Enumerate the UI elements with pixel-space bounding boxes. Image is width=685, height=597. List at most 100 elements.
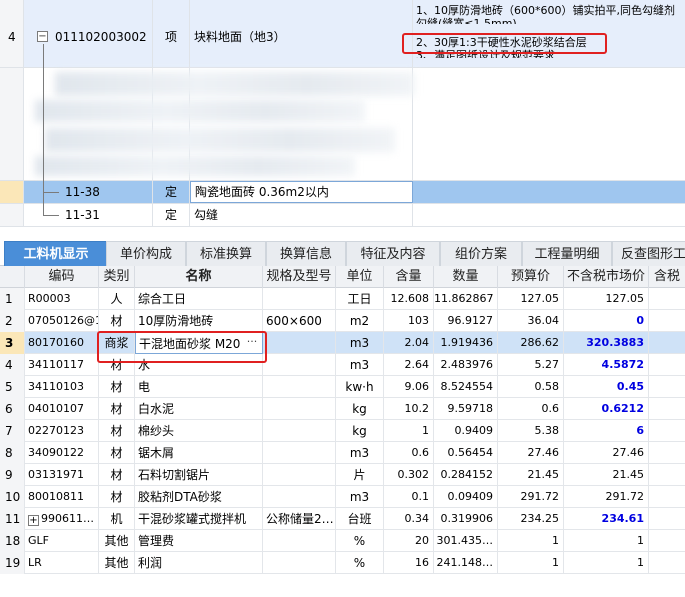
cell-code[interactable]: 80170160: [25, 332, 99, 354]
cell-spec[interactable]: [263, 442, 336, 464]
cell-quantity[interactable]: 241.148…: [434, 552, 498, 574]
cell-quantity[interactable]: 0.319906: [434, 508, 498, 530]
cell-quantity[interactable]: 0.09409: [434, 486, 498, 508]
cell-budget-price[interactable]: 291.72: [498, 486, 564, 508]
cell-code[interactable]: 04010107: [25, 398, 99, 420]
cell-quantity[interactable]: 1.919436: [434, 332, 498, 354]
cell-spec[interactable]: 公称储量2…: [263, 508, 336, 530]
cell-category[interactable]: 机: [99, 508, 135, 530]
cell-tax-price[interactable]: [649, 552, 685, 574]
table-row[interactable]: 6 04010107 材白水泥 kg 10.2 9.59718 0.6 0.6212: [0, 398, 685, 420]
cell-category[interactable]: 材: [99, 442, 135, 464]
cell-market-price[interactable]: 1: [564, 530, 649, 552]
cell-budget-price[interactable]: 1: [498, 552, 564, 574]
cell-unit[interactable]: kg: [336, 398, 384, 420]
cell-unit[interactable]: %: [336, 530, 384, 552]
cell-budget-price[interactable]: 286.62: [498, 332, 564, 354]
cell-market-price[interactable]: 320.3883: [564, 332, 649, 354]
header-name[interactable]: 名称: [135, 266, 263, 288]
header-content[interactable]: 含量: [384, 266, 434, 288]
cell-content[interactable]: 16: [384, 552, 434, 574]
cell-budget-price[interactable]: 127.05: [498, 288, 564, 310]
tab-unit-price[interactable]: 单价构成: [106, 241, 186, 266]
cell-tax-price[interactable]: [649, 310, 685, 332]
cell-tax-price[interactable]: [649, 486, 685, 508]
tab-features[interactable]: 特征及内容: [346, 241, 440, 266]
cell-spec[interactable]: [263, 288, 336, 310]
cell-content[interactable]: 0.6: [384, 442, 434, 464]
cell-quantity[interactable]: 96.9127: [434, 310, 498, 332]
cell-code[interactable]: 34110103: [25, 376, 99, 398]
cell-market-price[interactable]: 27.46: [564, 442, 649, 464]
cell-unit[interactable]: m3: [336, 486, 384, 508]
cell-tax-price[interactable]: [649, 420, 685, 442]
cell-category[interactable]: 材: [99, 310, 135, 332]
cell-content[interactable]: 1: [384, 420, 434, 442]
collapse-icon[interactable]: −: [37, 31, 48, 42]
cell-name[interactable]: 棉纱头: [135, 420, 263, 442]
cell-name[interactable]: 电: [135, 376, 263, 398]
cell-spec[interactable]: [263, 464, 336, 486]
tab-standard-conversion[interactable]: 标准换算: [186, 241, 266, 266]
cell-name[interactable]: 干混砂浆罐式搅拌机: [135, 508, 263, 530]
cell-tax-price[interactable]: [649, 332, 685, 354]
cell-name[interactable]: 管理费: [135, 530, 263, 552]
cell-code[interactable]: GLF: [25, 530, 99, 552]
expand-icon[interactable]: +: [28, 515, 39, 526]
cell-category[interactable]: 其他: [99, 552, 135, 574]
cell-content[interactable]: 0.1: [384, 486, 434, 508]
header-quantity[interactable]: 数量: [434, 266, 498, 288]
tree-row-quota-11-38[interactable]: 11-38 定 陶瓷地面砖 0.36m2以内: [0, 181, 685, 204]
cell-budget-price[interactable]: 1: [498, 530, 564, 552]
header-spec[interactable]: 规格及型号: [263, 266, 336, 288]
cell-unit[interactable]: m3: [336, 442, 384, 464]
cell-market-price[interactable]: 1: [564, 552, 649, 574]
cell-category[interactable]: 材: [99, 376, 135, 398]
table-row[interactable]: 19 LR 其他 利润% 16 241.148… 1 1: [0, 552, 685, 574]
cell-unit[interactable]: m3: [336, 332, 384, 354]
cell-content[interactable]: 0.302: [384, 464, 434, 486]
cell-market-price[interactable]: 234.61: [564, 508, 649, 530]
cell-spec[interactable]: [263, 354, 336, 376]
cell-quantity[interactable]: 2.483976: [434, 354, 498, 376]
cell-budget-price[interactable]: 5.38: [498, 420, 564, 442]
name-cell-editing[interactable]: 陶瓷地面砖 0.36m2以内: [190, 181, 413, 203]
cell-unit[interactable]: 台班: [336, 508, 384, 530]
cell-market-price[interactable]: 0.6212: [564, 398, 649, 420]
cell-quantity[interactable]: 0.284152: [434, 464, 498, 486]
cell-budget-price[interactable]: 21.45: [498, 464, 564, 486]
cell-spec[interactable]: [263, 530, 336, 552]
cell-name[interactable]: 白水泥: [135, 398, 263, 420]
cell-market-price[interactable]: 21.45: [564, 464, 649, 486]
cell-unit[interactable]: kw·h: [336, 376, 384, 398]
cell-budget-price[interactable]: 0.6: [498, 398, 564, 420]
cell-code[interactable]: +990611…: [25, 508, 99, 530]
cell-market-price[interactable]: 6: [564, 420, 649, 442]
cell-spec[interactable]: [263, 552, 336, 574]
cell-market-price[interactable]: 291.72: [564, 486, 649, 508]
cell-market-price[interactable]: 127.05: [564, 288, 649, 310]
header-code[interactable]: 编码: [25, 266, 99, 288]
cell-code[interactable]: 03131971: [25, 464, 99, 486]
header-category[interactable]: 类别: [99, 266, 135, 288]
cell-content[interactable]: 9.06: [384, 376, 434, 398]
cell-budget-price[interactable]: 5.27: [498, 354, 564, 376]
cell-name[interactable]: 综合工日: [135, 288, 263, 310]
cell-content[interactable]: 103: [384, 310, 434, 332]
cell-code[interactable]: 34110117: [25, 354, 99, 376]
cell-name[interactable]: 石料切割锯片: [135, 464, 263, 486]
cell-code[interactable]: R00003: [25, 288, 99, 310]
cell-market-price[interactable]: 4.5872: [564, 354, 649, 376]
cell-unit[interactable]: kg: [336, 420, 384, 442]
cell-quantity[interactable]: 9.59718: [434, 398, 498, 420]
table-row[interactable]: 1 R00003 人综合工日 工日 12.608 11.862867 127.05 127.0…: [0, 288, 685, 310]
tab-material-display[interactable]: 工料机显示: [4, 241, 108, 266]
cell-content[interactable]: 0.34: [384, 508, 434, 530]
table-row[interactable]: 10 80010811 材胶粘剂DTA砂浆 m3 0.1 0.09409 291.72 291…: [0, 486, 685, 508]
cell-spec[interactable]: 600×600: [263, 310, 336, 332]
table-row[interactable]: 9 03131971 材石料切割锯片片 0.302 0.284152 21.45 21.45: [0, 464, 685, 486]
cell-category[interactable]: 人: [99, 288, 135, 310]
table-row[interactable]: 8 34090122 材锯木屑 m3 0.6 0.56454 27.46 27.46: [0, 442, 685, 464]
cell-content[interactable]: 12.608: [384, 288, 434, 310]
cell-unit[interactable]: 工日: [336, 288, 384, 310]
